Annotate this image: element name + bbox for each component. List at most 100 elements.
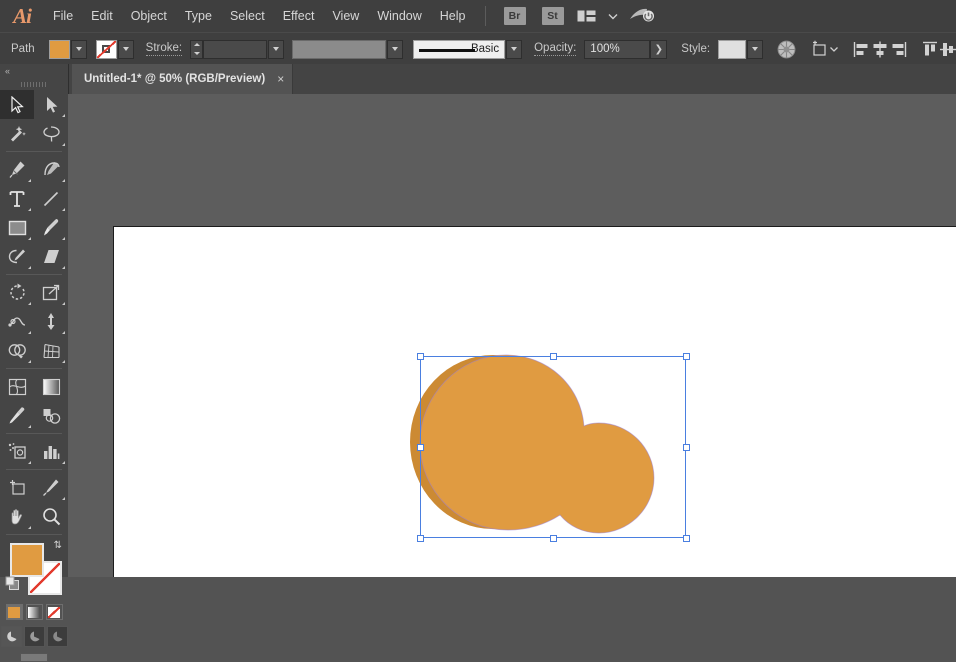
tool-divider-4 xyxy=(6,433,62,434)
magic-wand-tool[interactable] xyxy=(0,119,34,148)
stroke-dropdown-caret[interactable] xyxy=(117,39,134,59)
menu-help[interactable]: Help xyxy=(431,0,475,32)
line-segment-tool[interactable] xyxy=(34,184,68,213)
variable-width-profile[interactable] xyxy=(292,39,387,59)
rectangle-tool[interactable] xyxy=(0,213,34,242)
align-top-icon[interactable] xyxy=(921,38,939,60)
zoom-tool[interactable] xyxy=(34,502,68,531)
align-left-icon[interactable] xyxy=(853,38,871,60)
free-transform-tool[interactable] xyxy=(34,307,68,336)
opacity-input[interactable]: 100% xyxy=(584,39,651,59)
recolor-artwork-icon[interactable] xyxy=(777,38,796,60)
full-screen-menu-bar-button[interactable] xyxy=(23,626,45,647)
eyedropper-tool[interactable] xyxy=(0,401,34,430)
eraser-tool[interactable] xyxy=(34,242,68,271)
document-tab-strip: Untitled-1* @ 50% (RGB/Preview) × xyxy=(68,64,956,95)
tool-divider-5 xyxy=(6,469,62,470)
none-mode-button[interactable] xyxy=(45,604,63,620)
brush-definition-label: Basic xyxy=(470,43,500,55)
selection-tool[interactable] xyxy=(0,90,34,119)
align-center-horizontal-icon[interactable] xyxy=(871,38,889,60)
hand-tool[interactable] xyxy=(0,502,34,531)
stroke-weight-input[interactable] xyxy=(203,39,268,59)
menu-bar: Ai File Edit Object Type Select Effect V… xyxy=(0,0,956,32)
curvature-tool[interactable] xyxy=(34,155,68,184)
fill-indicator[interactable] xyxy=(10,543,44,577)
collapse-panel-icon[interactable]: « xyxy=(0,64,68,78)
color-mode-button[interactable] xyxy=(5,604,23,620)
gradient-tool[interactable] xyxy=(34,372,68,401)
menu-file[interactable]: File xyxy=(44,0,82,32)
tools-panel: « ⇅ xyxy=(0,64,69,662)
selection-handle-tr[interactable] xyxy=(683,353,690,360)
arrange-documents-icon[interactable] xyxy=(577,9,597,23)
width-tool[interactable] xyxy=(0,307,34,336)
stroke-weight-caret[interactable] xyxy=(268,39,285,59)
bridge-button[interactable]: Br xyxy=(503,7,526,25)
brush-definition[interactable]: Basic xyxy=(413,39,506,59)
scale-tool[interactable] xyxy=(34,278,68,307)
swap-fill-stroke-icon[interactable]: ⇅ xyxy=(54,540,62,551)
menu-select[interactable]: Select xyxy=(221,0,274,32)
type-tool[interactable] xyxy=(0,184,34,213)
brush-definition-caret[interactable] xyxy=(506,39,523,59)
screen-mode-buttons xyxy=(0,626,68,647)
mesh-tool[interactable] xyxy=(0,372,34,401)
selection-handle-bl[interactable] xyxy=(417,535,424,542)
menu-object[interactable]: Object xyxy=(122,0,176,32)
shape-builder-tool[interactable] xyxy=(0,336,34,365)
selection-handle-br[interactable] xyxy=(683,535,690,542)
selection-handle-tc[interactable] xyxy=(550,353,557,360)
graphic-style-caret[interactable] xyxy=(747,39,764,59)
selection-handle-mr[interactable] xyxy=(683,444,690,451)
fill-dropdown-caret[interactable] xyxy=(70,39,87,59)
tool-divider-3 xyxy=(6,368,62,369)
pen-tool[interactable] xyxy=(0,155,34,184)
tool-grid xyxy=(0,90,68,531)
transform-shape-icon[interactable] xyxy=(810,38,829,60)
close-icon[interactable]: × xyxy=(277,73,284,85)
menu-window[interactable]: Window xyxy=(368,0,430,32)
menu-effect[interactable]: Effect xyxy=(274,0,324,32)
shaper-tool[interactable] xyxy=(0,242,34,271)
transform-chevron-icon[interactable] xyxy=(829,38,839,60)
graphic-style-swatch[interactable] xyxy=(718,39,747,59)
width-profile-caret[interactable] xyxy=(387,39,404,59)
column-graph-tool[interactable] xyxy=(34,437,68,466)
selection-handle-bc[interactable] xyxy=(550,535,557,542)
gradient-mode-button[interactable] xyxy=(25,604,43,620)
align-right-icon[interactable] xyxy=(889,38,907,60)
menu-edit[interactable]: Edit xyxy=(82,0,122,32)
opacity-label: Opacity: xyxy=(534,42,577,56)
menu-type[interactable]: Type xyxy=(176,0,221,32)
align-center-vertical-icon[interactable] xyxy=(939,38,956,60)
artboard-tool[interactable] xyxy=(0,473,34,502)
tools-panel-grip[interactable] xyxy=(0,78,68,90)
style-label: Style: xyxy=(681,43,711,55)
workspace-switcher-icon[interactable] xyxy=(629,7,655,25)
symbol-sprayer-tool[interactable] xyxy=(0,437,34,466)
slice-tool[interactable] xyxy=(34,473,68,502)
blend-tool[interactable] xyxy=(34,401,68,430)
selected-object-type: Path xyxy=(11,43,35,55)
stock-button[interactable]: St xyxy=(541,7,564,25)
direct-selection-tool[interactable] xyxy=(34,90,68,119)
menu-view[interactable]: View xyxy=(323,0,368,32)
lasso-tool[interactable] xyxy=(34,119,68,148)
paintbrush-tool[interactable] xyxy=(34,213,68,242)
full-screen-mode-button[interactable] xyxy=(46,626,68,647)
canvas-area[interactable] xyxy=(68,94,956,577)
opacity-options-arrow[interactable]: ❯ xyxy=(650,39,668,59)
rotate-tool[interactable] xyxy=(0,278,34,307)
perspective-grid-tool[interactable] xyxy=(34,336,68,365)
stroke-color-swatch[interactable] xyxy=(95,39,117,59)
fill-color-swatch[interactable] xyxy=(48,39,70,59)
selection-handle-ml[interactable] xyxy=(417,444,424,451)
stroke-weight-stepper[interactable] xyxy=(190,39,204,59)
default-fill-stroke-icon[interactable] xyxy=(5,576,20,596)
chevron-down-icon[interactable] xyxy=(607,10,619,22)
selection-handle-tl[interactable] xyxy=(417,353,424,360)
normal-screen-mode-button[interactable] xyxy=(0,626,22,647)
document-tab[interactable]: Untitled-1* @ 50% (RGB/Preview) × xyxy=(72,64,294,94)
edit-toolbar-button[interactable] xyxy=(0,653,68,662)
